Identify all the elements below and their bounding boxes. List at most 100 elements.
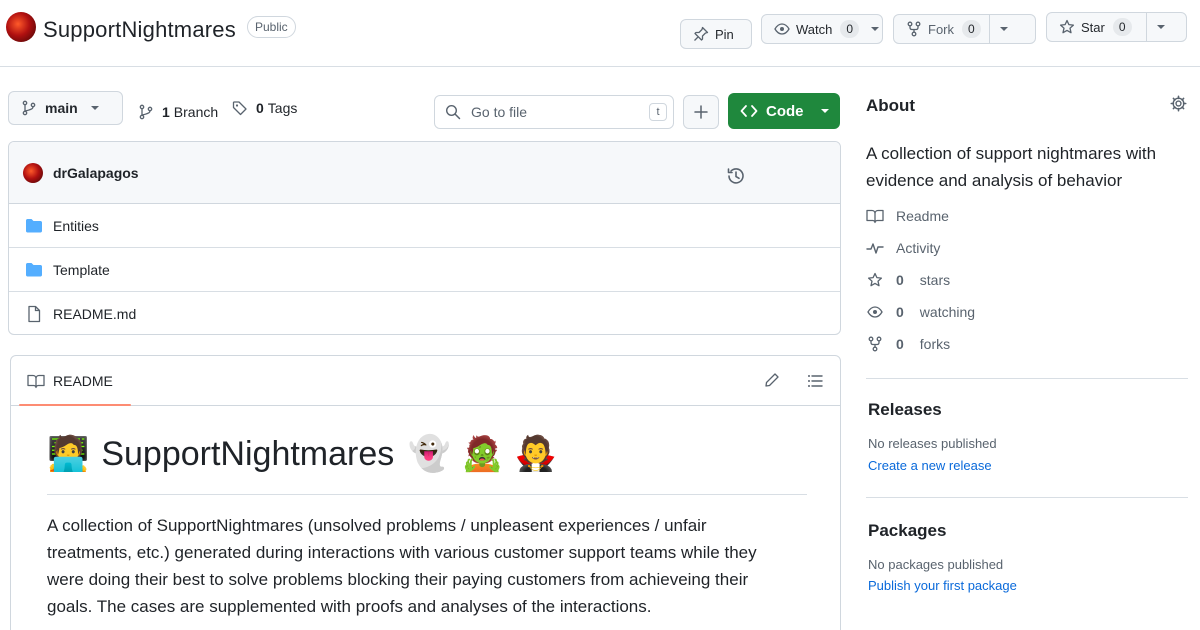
readme-heading-text: SupportNightmares xyxy=(101,434,395,473)
pulse-icon xyxy=(866,243,884,254)
stars-link[interactable]: 0 stars xyxy=(866,272,950,288)
releases-heading[interactable]: Releases xyxy=(868,400,942,420)
file-name[interactable]: Entities xyxy=(53,218,99,234)
tag-icon xyxy=(232,100,248,116)
watching-word: watching xyxy=(919,304,976,320)
header-divider xyxy=(0,66,1200,67)
star-icon xyxy=(1059,19,1075,35)
caret-down-icon xyxy=(999,27,1008,31)
packages-heading[interactable]: Packages xyxy=(868,521,946,541)
watching-link[interactable]: 0 watching xyxy=(866,304,975,320)
tag-word: Tags xyxy=(267,100,298,116)
readme-heading: 🧑‍💻 SupportNightmares 👻 🧟 🧛 xyxy=(47,434,557,474)
go-to-file-placeholder: Go to file xyxy=(471,104,528,120)
fork-label: Fork xyxy=(928,21,954,37)
file-icon xyxy=(25,305,43,323)
fork-count: 0 xyxy=(962,20,981,38)
go-to-file-input[interactable]: Go to file t xyxy=(434,95,674,129)
branch-icon xyxy=(21,100,37,116)
plus-icon xyxy=(694,105,708,119)
fork-dropdown[interactable] xyxy=(988,15,1018,43)
file-row[interactable]: Template xyxy=(9,248,840,292)
fork-button[interactable]: Fork 0 xyxy=(893,14,1036,44)
readme-link-label: Readme xyxy=(896,208,949,224)
eye-icon xyxy=(867,306,883,318)
about-description: A collection of support nightmares with … xyxy=(866,144,1157,190)
active-tab-indicator xyxy=(19,404,131,406)
sidebar-divider xyxy=(866,378,1188,379)
file-row[interactable]: Entities xyxy=(9,204,840,248)
code-button[interactable]: Code xyxy=(728,93,840,129)
watch-dropdown[interactable] xyxy=(861,15,889,43)
folder-icon xyxy=(25,218,43,234)
readme-tab[interactable]: README xyxy=(27,373,113,389)
pin-button[interactable]: Pin xyxy=(680,19,752,49)
code-label: Code xyxy=(766,102,804,120)
star-label: Star xyxy=(1081,19,1105,35)
star-dropdown[interactable] xyxy=(1145,13,1175,41)
stars-word: stars xyxy=(919,272,951,288)
add-file-button[interactable] xyxy=(683,95,719,129)
caret-down-icon xyxy=(1156,25,1165,29)
history-icon[interactable] xyxy=(726,166,746,186)
about-heading: About xyxy=(866,96,916,115)
branch-count: 1 xyxy=(162,104,170,120)
star-icon xyxy=(867,272,883,287)
no-packages-text: No packages published xyxy=(868,557,1004,572)
star-button[interactable]: Star 0 xyxy=(1046,12,1187,42)
commit-author[interactable]: drGalapagos xyxy=(53,165,139,181)
technologist-emoji: 🧑‍💻 xyxy=(47,434,90,474)
caret-down-icon xyxy=(90,103,100,113)
star-count: 0 xyxy=(1112,18,1132,36)
activity-link[interactable]: Activity xyxy=(866,240,940,256)
pin-label: Pin xyxy=(715,26,734,42)
file-row[interactable]: README.md xyxy=(9,292,840,334)
shortcut-hint: t xyxy=(649,103,667,121)
book-icon xyxy=(866,209,884,224)
forks-count: 0 xyxy=(896,336,904,352)
book-icon xyxy=(27,373,45,389)
watching-count: 0 xyxy=(896,304,904,320)
readme-link[interactable]: Readme xyxy=(866,208,949,224)
tag-count: 0 xyxy=(256,100,264,116)
forks-link[interactable]: 0 forks xyxy=(866,336,950,352)
pencil-icon[interactable] xyxy=(764,372,780,388)
outline-list-icon[interactable] xyxy=(807,373,823,389)
branch-icon xyxy=(138,104,154,120)
ghost-zombie-vampire-emojis: 👻 🧟 🧛 xyxy=(408,434,557,474)
branch-name: main xyxy=(45,100,78,116)
readme-panel: README 🧑‍💻 SupportNightmares 👻 🧟 🧛 A col… xyxy=(10,355,841,630)
eye-icon xyxy=(774,21,790,37)
stars-count: 0 xyxy=(896,272,904,288)
caret-down-icon xyxy=(820,106,830,116)
repo-title[interactable]: SupportNightmares xyxy=(43,17,236,43)
branch-selector[interactable]: main xyxy=(8,91,123,125)
tags-link[interactable]: 0 Tags xyxy=(232,100,297,116)
visibility-badge: Public xyxy=(247,16,296,38)
readme-paragraph: A collection of SupportNightmares (unsol… xyxy=(47,516,757,616)
code-icon xyxy=(740,104,758,118)
publish-package-link[interactable]: Publish your first package xyxy=(868,578,1017,593)
activity-link-label: Activity xyxy=(896,240,941,256)
watch-button[interactable]: Watch 0 xyxy=(761,14,883,44)
search-icon xyxy=(445,104,461,120)
no-releases-text: No releases published xyxy=(868,436,997,451)
folder-icon xyxy=(25,262,43,278)
heading-rule xyxy=(47,494,807,495)
author-avatar[interactable] xyxy=(23,162,43,183)
fork-icon xyxy=(906,21,922,37)
sidebar-divider xyxy=(866,497,1188,498)
readme-tab-label: README xyxy=(53,372,113,389)
latest-commit-row: drGalapagos xyxy=(9,142,840,204)
pin-icon xyxy=(693,26,709,42)
file-name[interactable]: Template xyxy=(53,262,110,278)
caret-down-icon xyxy=(871,27,880,31)
gear-icon[interactable] xyxy=(1170,95,1187,112)
branches-link[interactable]: 1 Branch xyxy=(138,104,218,120)
branch-word: Branch xyxy=(173,104,219,120)
watch-count: 0 xyxy=(840,20,860,38)
owner-avatar[interactable] xyxy=(6,12,36,42)
file-name[interactable]: README.md xyxy=(53,306,136,322)
file-list: drGalapagos Entities Template README.md xyxy=(8,141,841,335)
create-release-link[interactable]: Create a new release xyxy=(868,458,992,473)
